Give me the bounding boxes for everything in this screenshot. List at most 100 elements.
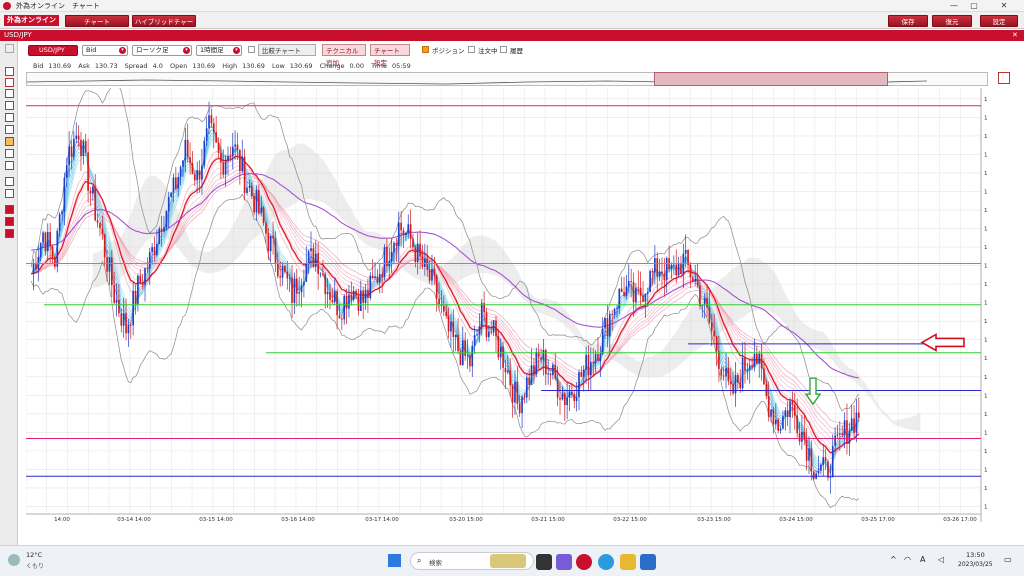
candle-body: [808, 448, 810, 461]
price-type-value: Bid: [86, 46, 97, 54]
candle-body: [35, 263, 37, 270]
chart-settings-button[interactable]: チャート設定: [370, 44, 410, 67]
candle-body: [250, 186, 253, 197]
weather-icon: [8, 554, 20, 566]
hline-tool-icon[interactable]: [5, 137, 14, 146]
start-icon[interactable]: [388, 554, 401, 567]
save-button[interactable]: 保存: [888, 15, 928, 27]
price-tick-label: 133.19: [984, 245, 988, 251]
wifi-icon[interactable]: ◠: [904, 555, 911, 564]
hybrid-chart-button[interactable]: ハイブリッドチャート: [132, 15, 196, 38]
weather-desc: くもり: [26, 563, 45, 570]
candle-body: [578, 372, 580, 398]
maximize-button[interactable]: ▢: [964, 0, 984, 12]
bid-label: Bid: [33, 62, 44, 70]
candle-body: [260, 207, 263, 214]
candle-body: [490, 331, 493, 333]
candle-body: [322, 273, 324, 275]
candle-body: [63, 177, 66, 212]
candle-body: [658, 271, 661, 277]
channel-tool-icon[interactable]: [5, 161, 14, 170]
vline-tool-icon[interactable]: [5, 149, 14, 158]
position-checkbox[interactable]: [422, 46, 429, 53]
candle-body: [416, 243, 419, 263]
zoom-tool-icon[interactable]: [5, 101, 14, 110]
candle-body: [746, 369, 749, 371]
chat-icon[interactable]: [556, 554, 572, 570]
panel-close-icon[interactable]: ✕: [1012, 31, 1018, 39]
chart-menu-button[interactable]: チャート: [65, 15, 129, 27]
volume-icon[interactable]: ◁: [938, 555, 944, 564]
notifications-icon[interactable]: ▭: [1004, 555, 1012, 564]
chart-options-icon[interactable]: [998, 72, 1010, 84]
minimize-button[interactable]: —: [944, 0, 964, 12]
add-technical-button[interactable]: テクニカル追加: [322, 44, 366, 67]
candle-body: [407, 224, 410, 233]
candle-body: [101, 228, 104, 235]
fx-app-icon[interactable]: [576, 554, 592, 570]
spread-value: 4.0: [152, 62, 163, 70]
candle-body: [675, 264, 678, 276]
store-icon[interactable]: [640, 554, 656, 570]
trendline-tool-icon[interactable]: [5, 113, 14, 122]
tray-chevron-icon[interactable]: ^: [890, 555, 897, 564]
candle-body: [58, 214, 61, 231]
candle-body: [153, 247, 156, 255]
candle-body: [203, 140, 206, 166]
history-checkbox[interactable]: [500, 46, 507, 53]
candle-body: [473, 335, 476, 346]
candle-body: [191, 163, 194, 175]
candle-body: [836, 434, 839, 436]
file-explorer-icon[interactable]: [620, 554, 636, 570]
price-chart[interactable]: 135.35 135.08 134.81 134.54 134.27 134.00 133.…: [26, 88, 988, 522]
pointer-tool-icon[interactable]: [5, 89, 14, 98]
candle-body: [544, 350, 547, 375]
price-tick-label: 134.54: [984, 152, 988, 158]
cursor-tool-icon[interactable]: [5, 67, 14, 76]
candle-body: [336, 290, 338, 316]
chart-type-select[interactable]: ローソク足 ▾: [132, 45, 192, 56]
candle-body: [265, 223, 267, 234]
candle-body: [585, 354, 587, 370]
timeframe-select[interactable]: 1時間足 ▾: [196, 45, 242, 56]
candle-body: [556, 378, 559, 398]
candle-body: [82, 140, 85, 156]
time-value: 05:59: [391, 62, 411, 70]
compare-checkbox[interactable]: [248, 46, 255, 53]
candle-body: [694, 278, 697, 282]
pair-select[interactable]: USD/JPY: [28, 45, 78, 56]
candle-body: [687, 249, 689, 265]
bid-value: 130.69: [48, 62, 72, 70]
task-view-icon[interactable]: [536, 554, 552, 570]
candle-body: [635, 287, 637, 303]
candle-body: [177, 176, 180, 189]
clock-time: 13:50: [966, 551, 985, 559]
candle-body: [393, 242, 395, 252]
close-button[interactable]: ✕: [994, 0, 1014, 12]
fibonacci-tool-icon[interactable]: [5, 177, 14, 186]
candle-body: [333, 290, 336, 303]
price-tick-label: 132.65: [984, 282, 988, 288]
crosshair-tool-icon[interactable]: [5, 78, 14, 87]
ray-tool-icon[interactable]: [5, 125, 14, 134]
compare-chart-button[interactable]: 比較チャート: [258, 44, 316, 56]
candle-body: [516, 381, 519, 404]
collapse-icon[interactable]: [5, 44, 14, 53]
candle-body: [642, 295, 644, 302]
lock-tool-icon[interactable]: [5, 229, 14, 238]
text-tool-icon[interactable]: [5, 189, 14, 198]
candle-body: [374, 276, 376, 279]
restore-button[interactable]: 復元: [932, 15, 972, 27]
ime-indicator[interactable]: A: [920, 555, 925, 564]
orders-checkbox[interactable]: [468, 46, 475, 53]
navigator-window[interactable]: [654, 72, 888, 86]
price-type-select[interactable]: Bid ▾: [82, 45, 128, 56]
candle-body: [793, 404, 796, 416]
delete-tool-icon[interactable]: [5, 205, 14, 214]
candle-body: [421, 256, 424, 268]
browser-icon[interactable]: [598, 554, 614, 570]
settings-button[interactable]: 設定: [980, 15, 1018, 27]
candle-body: [395, 242, 398, 246]
delete-all-tool-icon[interactable]: [5, 217, 14, 226]
candle-body: [68, 146, 70, 166]
